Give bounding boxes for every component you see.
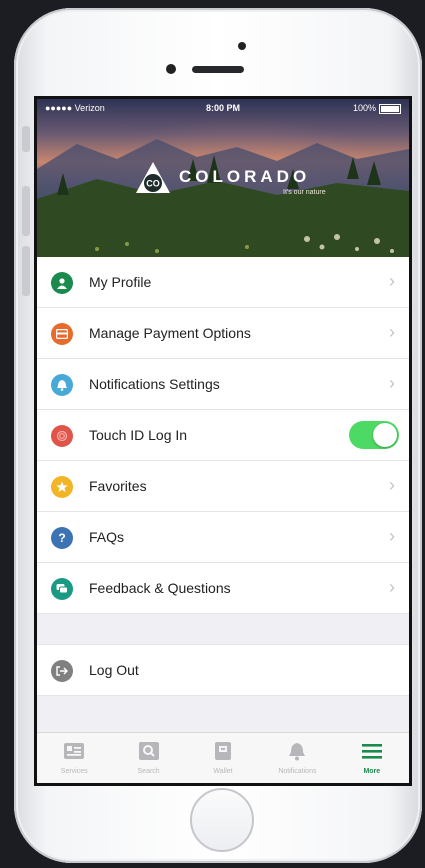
logout-label: Log Out [89, 662, 139, 678]
tab-label: More [363, 768, 381, 775]
tab-services[interactable]: Services [37, 733, 111, 783]
mute-switch [22, 126, 30, 152]
front-camera [166, 64, 176, 74]
fingerprint-icon [51, 425, 73, 447]
chat-icon [51, 578, 73, 600]
tab-label: Wallet [213, 768, 233, 775]
tab-more[interactable]: More [335, 733, 409, 783]
battery-percent: 100% [352, 103, 376, 113]
sensor [238, 42, 246, 50]
logo-monogram: CO [146, 179, 160, 189]
search-icon [138, 742, 159, 760]
menu-item-manage-payment-options[interactable]: Manage Payment Options › [37, 308, 409, 359]
chevron-right-icon: › [389, 526, 395, 546]
menu-item-label: FAQs [89, 529, 125, 545]
question-icon: ? [51, 527, 73, 549]
menu-item-log-out[interactable]: Log Out [37, 644, 409, 696]
phone-frame: ●●●●● Verizon 8:00 PM 100% CO COLORADO I… [14, 8, 422, 863]
battery-icon [379, 103, 401, 114]
menu-item-label: Manage Payment Options [89, 325, 251, 341]
battery-status: 100% [353, 103, 401, 114]
menu-item-feedback-questions[interactable]: Feedback & Questions › [37, 563, 409, 614]
menu-item-label: Feedback & Questions [89, 580, 231, 596]
star-icon [51, 476, 73, 498]
chevron-right-icon: › [389, 577, 395, 597]
chevron-right-icon: › [389, 373, 395, 393]
card-icon [51, 323, 73, 345]
home-button[interactable] [190, 788, 254, 852]
colorado-mountain-icon: CO [136, 162, 170, 193]
menu-icon [361, 744, 382, 759]
bell-icon [51, 374, 73, 396]
tab-notifications[interactable]: Notifications [260, 733, 334, 783]
tab-wallet[interactable]: Wallet [186, 733, 260, 783]
toggle-knob [373, 423, 397, 447]
menu-item-my-profile[interactable]: My Profile › [37, 257, 409, 308]
menu-item-faqs[interactable]: ? FAQs › [37, 512, 409, 563]
status-bar: ●●●●● Verizon 8:00 PM 100% [37, 103, 409, 117]
tab-bar: Services Search Wallet Notifications Mor… [37, 732, 409, 783]
bell-icon [289, 743, 306, 761]
volume-up-button [22, 186, 30, 236]
brand-name: COLORADO [179, 167, 311, 186]
volume-down-button [22, 246, 30, 296]
menu-item-label: Touch ID Log In [89, 427, 188, 443]
section-spacer [37, 696, 409, 730]
screen: ●●●●● Verizon 8:00 PM 100% CO COLORADO I… [34, 96, 412, 786]
tab-label: Notifications [278, 768, 317, 775]
menu-item-label: Notifications Settings [89, 376, 220, 392]
earpiece-speaker [192, 66, 244, 73]
menu-item-label: My Profile [89, 274, 152, 290]
tab-search[interactable]: Search [111, 733, 185, 783]
chevron-right-icon: › [389, 475, 395, 495]
services-icon [64, 743, 85, 759]
tab-label: Search [137, 768, 160, 775]
wallet-icon [215, 742, 232, 760]
menu-item-label: Favorites [89, 478, 147, 494]
logout-icon [51, 660, 73, 682]
hero-banner: ●●●●● Verizon 8:00 PM 100% CO COLORADO I… [37, 99, 409, 257]
menu-item-notifications-settings[interactable]: Notifications Settings › [37, 359, 409, 410]
section-spacer [37, 614, 409, 644]
chevron-right-icon: › [389, 322, 395, 342]
touch-id-toggle[interactable] [349, 421, 399, 449]
chevron-right-icon: › [389, 271, 395, 291]
settings-menu: My Profile › Manage Payment Options › No… [37, 257, 409, 730]
colorado-logo: CO COLORADO It's our nature [135, 161, 335, 201]
person-icon [51, 272, 73, 294]
tab-label: Services [60, 768, 88, 775]
brand-tagline: It's our nature [283, 189, 326, 196]
menu-item-touch-id-log-in: Touch ID Log In [37, 410, 409, 461]
menu-item-favorites[interactable]: Favorites › [37, 461, 409, 512]
